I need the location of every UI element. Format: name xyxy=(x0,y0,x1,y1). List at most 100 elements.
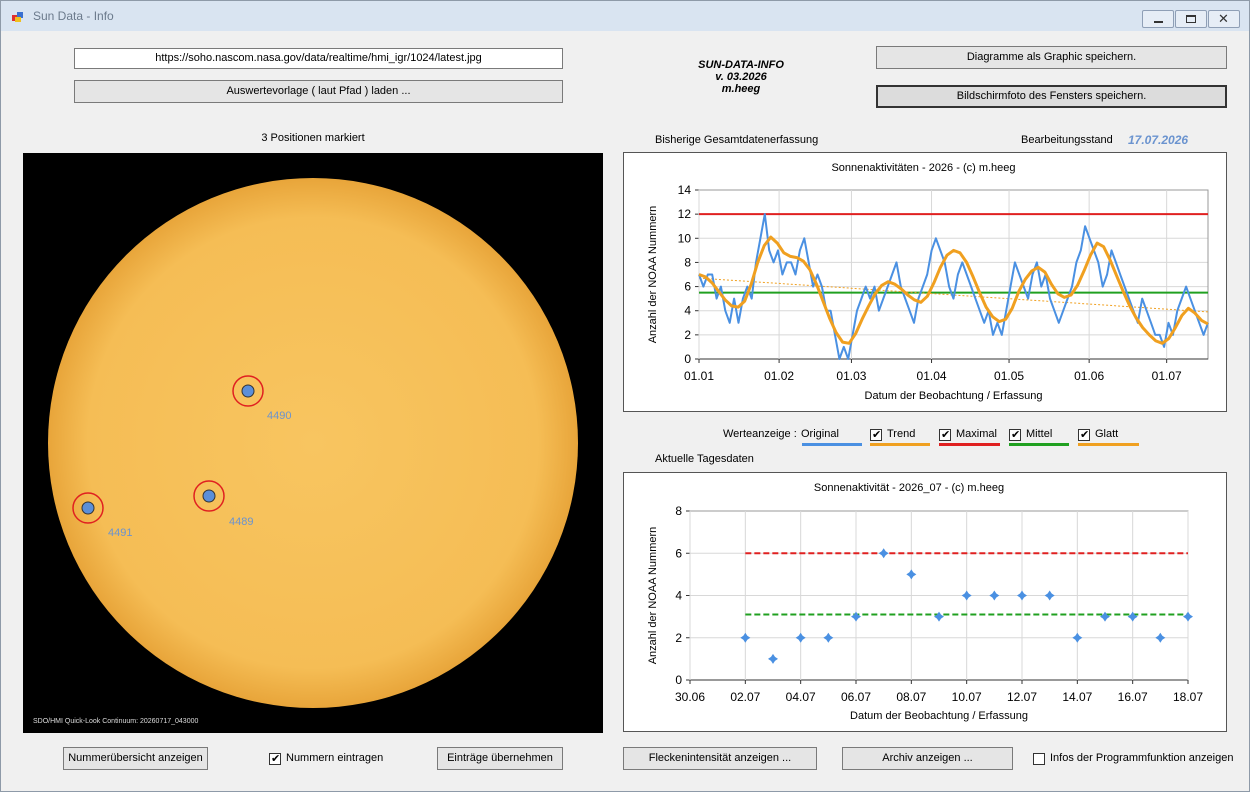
legend-maximal-label: Maximal xyxy=(956,428,997,440)
minimize-button[interactable] xyxy=(1142,10,1174,28)
positions-label: 3 Positionen markiert xyxy=(261,132,365,144)
app-version: v. 03.2026 xyxy=(715,71,767,83)
legend-trend-label: Trend xyxy=(887,428,916,440)
apply-entries-button[interactable]: Einträge übernehmen xyxy=(437,747,563,770)
url-field[interactable]: https://soho.nascom.nasa.gov/data/realti… xyxy=(74,48,563,69)
daily-chart: Sonnenaktivität - 2026_07 - (c) m.heeg 0 2… xyxy=(623,472,1227,732)
legend-mittel-label: Mittel xyxy=(1026,428,1053,440)
y-tick-label: 4 xyxy=(675,589,682,603)
y-axis-label: Anzahl der NOAA Nummern xyxy=(647,206,659,344)
info-label: Infos der Programmfunktion anzeigen xyxy=(1050,752,1234,764)
x-tick-label: 18.07 xyxy=(1173,690,1203,704)
data-point xyxy=(1044,590,1055,601)
minimize-icon xyxy=(1154,21,1163,23)
data-point xyxy=(989,590,1000,601)
restore-button[interactable] xyxy=(1175,10,1207,28)
legend-glatt-label: Glatt xyxy=(1095,428,1119,440)
y-tick-label: 0 xyxy=(675,673,682,687)
legend-original-swatch xyxy=(802,443,862,446)
y-tick-label: 0 xyxy=(684,352,691,366)
chart-title: Sonnenaktivitäten - 2026 - (c) m.heeg xyxy=(831,162,1015,174)
daily-section-label: Aktuelle Tagesdaten xyxy=(655,453,754,465)
legend-mittel-swatch xyxy=(1009,443,1069,446)
data-point xyxy=(1072,632,1083,643)
x-axis-label: Datum der Beobachtung / Erfassung xyxy=(850,710,1028,722)
x-tick-label: 08.07 xyxy=(896,690,926,704)
legend-trend-swatch xyxy=(870,443,930,446)
data-point xyxy=(1155,632,1166,643)
spot-number: 4489 xyxy=(229,516,253,528)
data-point xyxy=(1183,611,1193,622)
app-name: SUN-DATA-INFO xyxy=(698,59,784,71)
status-label: Bearbeitungsstand xyxy=(1021,134,1113,146)
x-tick-label: 01.01 xyxy=(684,369,714,383)
show-numbers-button[interactable]: Nummerübersicht anzeigen xyxy=(63,747,208,770)
spot-number: 4490 xyxy=(267,410,291,422)
daily-chart-svg: Sonnenaktivität - 2026_07 - (c) m.heeg02… xyxy=(647,482,1203,722)
save-screenshot-button[interactable]: Bildschirmfoto des Fensters speichern. xyxy=(876,85,1227,108)
x-tick-label: 04.07 xyxy=(786,690,816,704)
x-tick-label: 16.07 xyxy=(1118,690,1148,704)
enter-numbers-checkbox[interactable] xyxy=(269,752,281,765)
window-title: Sun Data - Info xyxy=(33,9,114,23)
x-tick-label: 10.07 xyxy=(952,690,982,704)
x-tick-label: 14.07 xyxy=(1062,690,1092,704)
data-point xyxy=(906,569,917,580)
legend-glatt-swatch xyxy=(1078,443,1139,446)
enter-numbers-label: Nummern eintragen xyxy=(286,752,384,764)
app-author: m.heeg xyxy=(721,83,761,95)
legend-maximal-swatch xyxy=(939,443,1000,446)
x-tick-label: 01.02 xyxy=(764,369,794,383)
save-diagrams-button[interactable]: Diagramme als Graphic speichern. xyxy=(876,46,1227,69)
x-tick-label: 01.03 xyxy=(836,369,866,383)
plot-area xyxy=(698,189,1209,360)
chart-title: Sonnenaktivität - 2026_07 - (c) m.heeg xyxy=(814,482,1004,494)
data-point xyxy=(795,632,806,643)
mittel-checkbox[interactable] xyxy=(1009,428,1021,441)
trend-checkbox[interactable] xyxy=(870,428,882,441)
glatt-checkbox[interactable] xyxy=(1078,428,1090,441)
app-icon xyxy=(12,12,23,22)
data-point xyxy=(740,632,751,643)
info-checkbox[interactable] xyxy=(1033,753,1045,765)
restore-icon xyxy=(1186,15,1196,23)
data-point xyxy=(851,611,861,622)
app-info: SUN-DATA-INFO v. 03.2026 m.heeg xyxy=(641,59,841,95)
x-axis-label: Datum der Beobachtung / Erfassung xyxy=(865,390,1043,402)
close-button[interactable]: ✕ xyxy=(1208,10,1240,28)
y-tick-label: 14 xyxy=(678,183,692,197)
y-tick-label: 12 xyxy=(678,207,692,221)
overview-section-label: Bisherige Gesamtdatenerfassung xyxy=(655,134,819,146)
y-axis-label: Anzahl der NOAA Nummern xyxy=(647,527,659,665)
y-tick-label: 2 xyxy=(675,631,682,645)
title-bar[interactable]: Sun Data - Info ✕ xyxy=(1,1,1249,31)
load-template-button[interactable]: Auswertevorlage ( laut Pfad ) laden ... xyxy=(74,80,563,103)
y-tick-label: 6 xyxy=(675,546,682,560)
data-point xyxy=(961,590,972,601)
x-tick-label: 12.07 xyxy=(1007,690,1037,704)
x-tick-label: 01.04 xyxy=(917,369,947,383)
status-date: 17.07.2026 xyxy=(1128,133,1189,147)
y-tick-label: 2 xyxy=(684,328,691,342)
overview-chart-svg: Sonnenaktivitäten - 2026 - (c) m.heeg 0 2 4… xyxy=(647,162,1209,402)
y-tick-label: 4 xyxy=(684,304,691,318)
legend-original-label: Original xyxy=(801,428,839,440)
sun-disk xyxy=(48,178,578,708)
sun-image[interactable]: 4490 4489 4491 SDO/HMI Quick-Look Contin… xyxy=(23,153,603,733)
data-point xyxy=(1100,611,1110,622)
data-point xyxy=(768,653,778,664)
smooth-series-line xyxy=(698,235,1209,345)
sun-caption: SDO/HMI Quick-Look Continuum: 20260717_0… xyxy=(33,718,198,725)
spot-number: 4491 xyxy=(108,527,132,539)
show-archive-button[interactable]: Archiv anzeigen ... xyxy=(842,747,1013,770)
y-tick-label: 6 xyxy=(684,280,691,294)
close-icon: ✕ xyxy=(1218,11,1229,26)
overview-chart: Sonnenaktivitäten - 2026 - (c) m.heeg 0 2 4… xyxy=(623,152,1227,412)
x-tick-label: 02.07 xyxy=(730,690,760,704)
x-tick-label: 01.06 xyxy=(1074,369,1104,383)
y-tick-label: 8 xyxy=(675,504,682,518)
spot-intensity-button[interactable]: Fleckenintensität anzeigen ... xyxy=(623,747,817,770)
legend-prefix: Werteanzeige : xyxy=(723,428,797,440)
maximal-checkbox[interactable] xyxy=(939,428,951,441)
y-tick-label: 8 xyxy=(684,255,691,269)
